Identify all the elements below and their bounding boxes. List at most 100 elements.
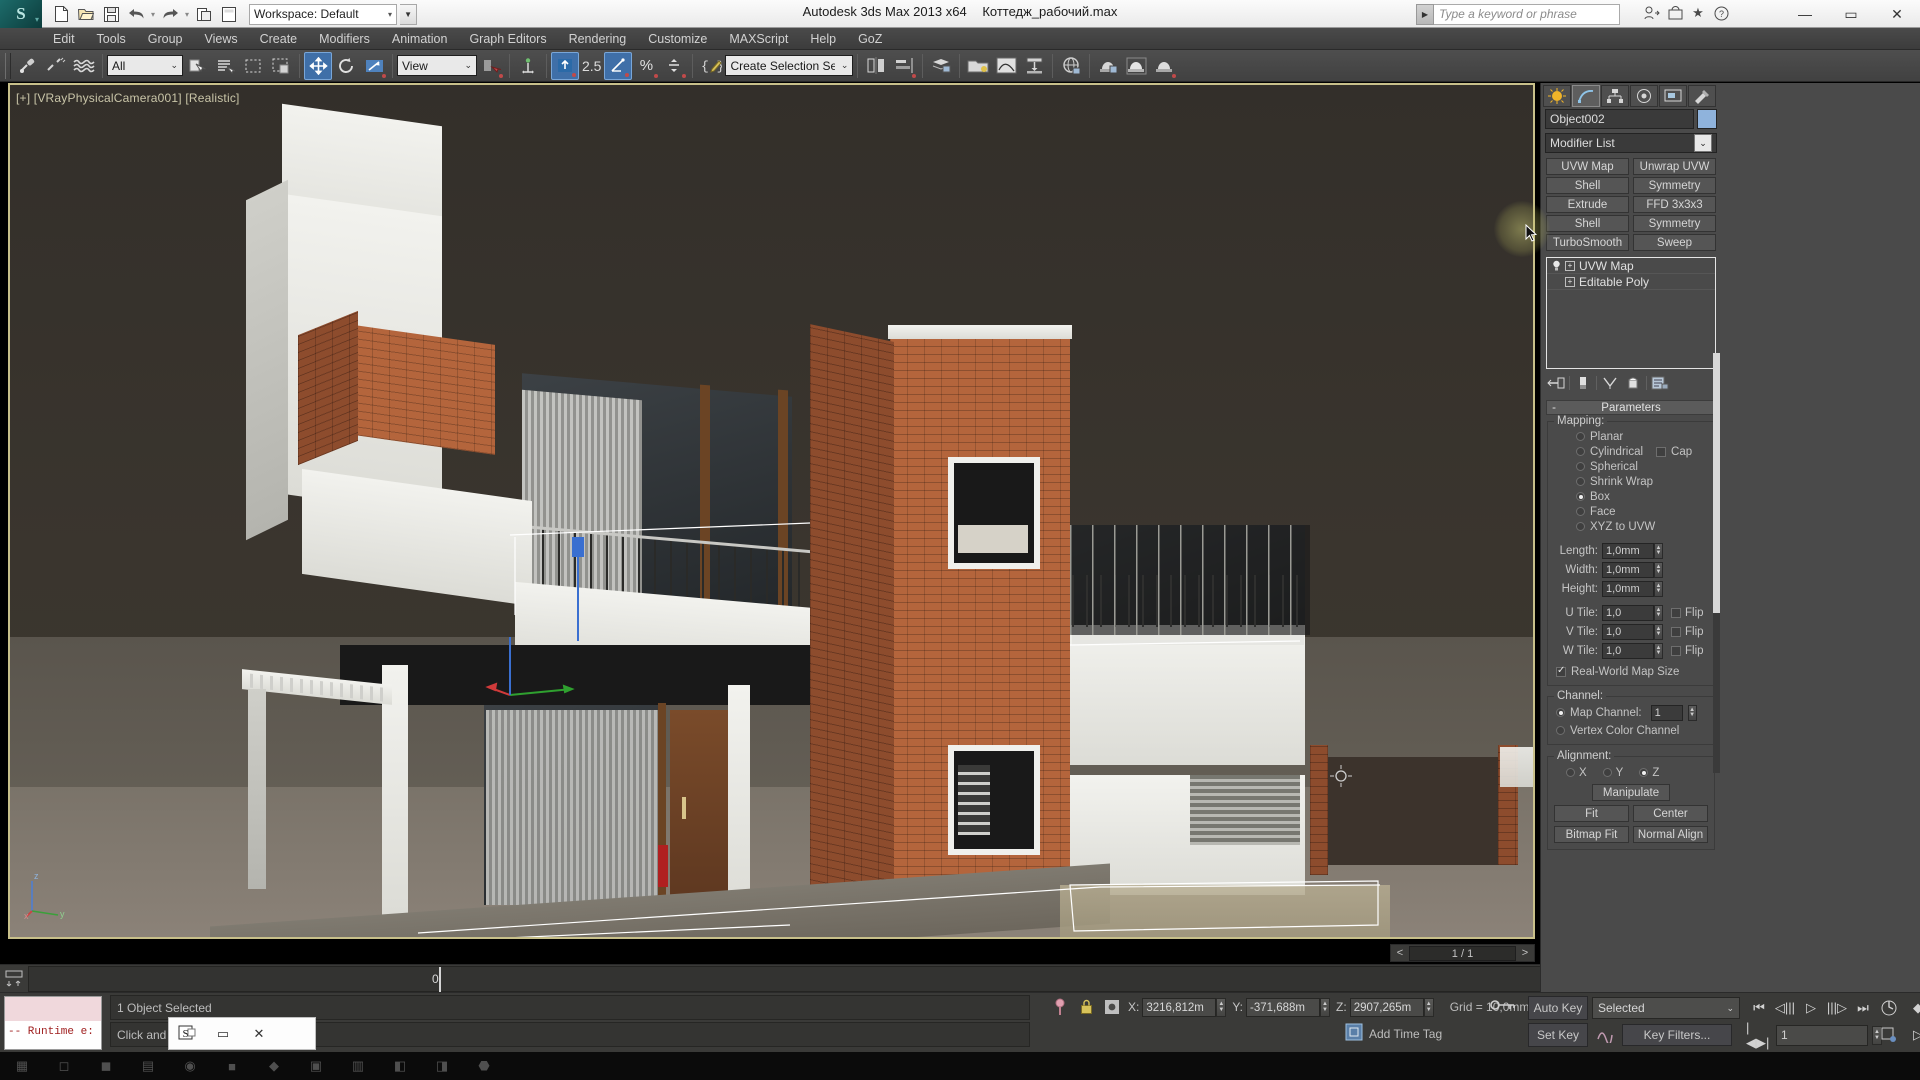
select-object-icon[interactable] (183, 52, 211, 80)
width-spinner[interactable]: ▲ ▼ (1654, 561, 1663, 578)
command-panel-scroll-thumb[interactable] (1713, 353, 1720, 613)
modifier-stack-item-uvw-map[interactable]: + UVW Map (1547, 258, 1715, 274)
undo-dropdown-caret-icon[interactable]: ▾ (150, 10, 156, 19)
page-prev-button[interactable]: < (1391, 947, 1409, 959)
menu-tools[interactable]: Tools (86, 28, 137, 50)
angle-snap-toggle-icon[interactable] (604, 51, 633, 80)
modifier-button-ffd-3x3x3[interactable]: FFD 3x3x3 (1633, 196, 1716, 213)
time-slider-handle[interactable] (439, 966, 441, 993)
menu-rendering[interactable]: Rendering (558, 28, 638, 50)
modifier-list-dropdown[interactable]: Modifier List ⌄ (1545, 133, 1717, 153)
make-unique-icon[interactable] (1600, 374, 1620, 392)
workspace-selector[interactable]: Workspace: Default ▾ (249, 3, 398, 25)
isolate-selection-icon[interactable] (1102, 997, 1122, 1017)
render-production-icon[interactable] (1150, 52, 1178, 80)
modifier-button-shell-1[interactable]: Shell (1546, 177, 1629, 194)
search-dropdown-icon[interactable]: ▶ (1416, 3, 1434, 25)
u-tile-row[interactable]: U Tile: 1,0 ▲ ▼ Flip (1554, 604, 1708, 621)
mapping-option-box[interactable]: Box (1554, 489, 1708, 504)
expand-plus-icon[interactable]: + (1565, 276, 1575, 287)
display-tab-icon[interactable] (1659, 85, 1687, 107)
move-gizmo-z-axis[interactable] (566, 533, 590, 643)
expand-plus-icon[interactable]: + (1565, 260, 1575, 271)
light-gizmo[interactable] (1330, 765, 1352, 787)
menu-goz[interactable]: GoZ (847, 28, 893, 50)
bitmap-fit-button[interactable]: Bitmap Fit (1554, 826, 1629, 843)
v-tile-row[interactable]: V Tile: 1,0 ▲ ▼ Flip (1554, 623, 1708, 640)
coordinate-z[interactable]: Z: 2907,265m ▲ ▼ (1336, 997, 1434, 1017)
manipulate-button[interactable]: Manipulate (1592, 784, 1670, 801)
absolute-relative-mode-icon[interactable] (1050, 997, 1070, 1017)
maximize-button[interactable]: ▭ (1828, 0, 1874, 28)
w-flip-wrap[interactable]: Flip (1671, 645, 1704, 657)
menu-group[interactable]: Group (137, 28, 194, 50)
minimize-button[interactable]: — (1782, 0, 1828, 28)
cap-checkbox[interactable] (1656, 446, 1667, 457)
mapping-option-planar[interactable]: Planar (1554, 429, 1708, 444)
maxscript-input-line[interactable] (5, 997, 101, 1021)
menu-modifiers[interactable]: Modifiers (308, 28, 381, 50)
coordinate-z-value[interactable]: 2907,265m (1349, 997, 1424, 1017)
menu-animation[interactable]: Animation (381, 28, 459, 50)
radio-icon[interactable] (1576, 477, 1585, 486)
go-to-start-icon[interactable]: ⏮ (1746, 996, 1772, 1020)
favorites-star-icon[interactable]: ★ (1689, 4, 1707, 22)
center-button[interactable]: Center (1633, 805, 1708, 822)
menu-maxscript[interactable]: MAXScript (718, 28, 799, 50)
set-project-folder-icon[interactable] (193, 3, 215, 25)
w-flip-checkbox[interactable] (1671, 645, 1681, 656)
modifier-button-symmetry-1[interactable]: Symmetry (1633, 177, 1716, 194)
coordinate-y-spinner[interactable]: ▲ ▼ (1320, 997, 1331, 1017)
real-world-map-size-checkbox[interactable] (1556, 665, 1566, 677)
coordinate-x-value[interactable]: 3216,812m (1142, 997, 1217, 1017)
v-flip-checkbox[interactable] (1671, 626, 1681, 637)
set-key-filter-curve-icon[interactable] (1592, 1023, 1618, 1047)
modifier-stack-list[interactable]: + UVW Map + Editable Poly (1546, 257, 1716, 369)
auto-key-button[interactable]: Auto Key (1528, 996, 1588, 1020)
new-file-icon[interactable] (50, 3, 72, 25)
height-field[interactable]: 1,0mm (1602, 580, 1654, 597)
menu-help[interactable]: Help (799, 28, 847, 50)
floating-mini-window[interactable]: S ▭ ✕ (168, 1017, 316, 1050)
coordinate-x[interactable]: X: 3216,812m ▲ ▼ (1128, 997, 1227, 1017)
real-world-map-size-row[interactable]: Real-World Map Size (1554, 664, 1708, 679)
radio-icon-y[interactable] (1602, 768, 1612, 777)
named-selection-set-combo[interactable]: Create Selection Se ⌄ (725, 55, 854, 76)
viewport[interactable]: [+] [VRayPhysicalCamera001] [Realistic] … (8, 83, 1535, 939)
taskbar-item-2[interactable]: ◻ (44, 1053, 84, 1079)
curve-editor-icon[interactable] (992, 52, 1020, 80)
parameters-rollout-header[interactable]: - Parameters (1546, 400, 1716, 415)
render-frame-window-icon[interactable] (218, 3, 240, 25)
height-spinner[interactable]: ▲ ▼ (1654, 580, 1663, 597)
maxscript-mini-listener[interactable]: -- Runtime e: (4, 996, 102, 1050)
map-channel-spinner[interactable]: ▲ ▼ (1687, 704, 1697, 721)
u-tile-spinner[interactable]: ▲ ▼ (1654, 604, 1663, 621)
toolbar-grip[interactable] (5, 52, 11, 79)
length-spinner[interactable]: ▲ ▼ (1654, 542, 1663, 559)
set-key-button[interactable]: Set Key (1528, 1023, 1588, 1047)
select-and-manipulate-icon[interactable] (514, 52, 542, 80)
menu-edit[interactable]: Edit (42, 28, 86, 50)
time-tag-icon[interactable] (1345, 1023, 1363, 1044)
modify-tab-icon[interactable] (1572, 85, 1600, 107)
command-panel-scrollbar[interactable] (1713, 353, 1720, 773)
taskbar-item-6[interactable]: ■ (212, 1053, 252, 1079)
help-icon[interactable]: ? (1712, 4, 1730, 22)
selection-filter-combo[interactable]: All ⌄ (107, 55, 183, 76)
previous-frame-icon[interactable]: ◁||| (1772, 996, 1798, 1020)
map-channel-field[interactable]: 1 (1650, 704, 1683, 721)
radio-icon[interactable] (1556, 726, 1565, 735)
scene-explorer-icon[interactable] (964, 52, 992, 80)
undo-icon[interactable] (125, 3, 147, 25)
select-and-scale-icon[interactable] (360, 52, 388, 80)
taskbar-item-11[interactable]: ◨ (422, 1053, 462, 1079)
chevron-down-icon[interactable]: ⌄ (1694, 134, 1712, 152)
selection-lock-toggle-icon[interactable] (1076, 997, 1096, 1017)
radio-icon[interactable] (1576, 432, 1585, 441)
signin-icon[interactable] (1643, 4, 1661, 22)
select-by-name-icon[interactable] (211, 52, 239, 80)
spinner-snap-toggle-icon[interactable] (660, 52, 688, 80)
u-flip-checkbox[interactable] (1671, 607, 1681, 618)
v-tile-field[interactable]: 1,0 (1602, 623, 1654, 640)
taskbar-item-4[interactable]: ▤ (128, 1053, 168, 1079)
